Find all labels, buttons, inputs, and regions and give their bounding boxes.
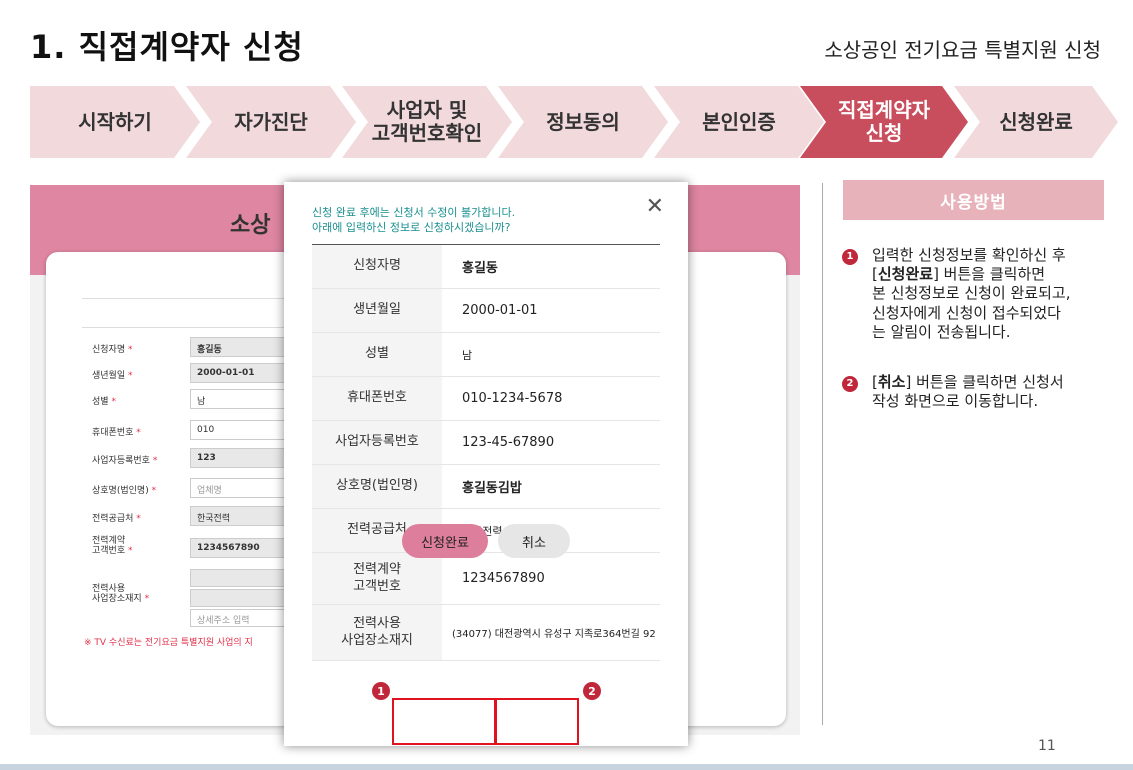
dialog-row-address: 전력사용 사업장소재지 (34077) 대전광역시 유성구 지족로364번길 9… — [312, 605, 660, 661]
confirm-dialog: 신청 완료 후에는 신청서 수정이 불가합니다. 아래에 입력하신 정보로 신청… — [284, 182, 688, 746]
highlight-box-cancel — [495, 698, 579, 745]
callout-marker-2: 2 — [583, 682, 601, 700]
form-row-name: 신청자명 * 홍길동 — [82, 334, 302, 360]
form-row-company: 상호명(법인명) * 업체명 — [82, 475, 302, 501]
instruction-number-1: 1 — [842, 249, 858, 265]
form-row-bizno: 사업자등록번호 * 123 — [82, 445, 302, 471]
instruction-1: 1 입력한 신청정보를 확인하신 후 [신청완료] 버튼을 클릭하면 본 신청정… — [842, 246, 1102, 342]
divider — [82, 298, 302, 299]
highlight-box-confirm — [392, 698, 496, 745]
dialog-row-name: 신청자명 홍길동 — [312, 245, 660, 289]
step-complete: 신청완료 — [954, 86, 1118, 158]
step-consent: 정보동의 — [498, 86, 668, 158]
close-icon[interactable]: ✕ — [646, 194, 664, 219]
dialog-message: 신청 완료 후에는 신청서 수정이 불가합니다. 아래에 입력하신 정보로 신청… — [312, 206, 516, 234]
step-identity: 본인인증 — [654, 86, 824, 158]
dialog-row-phone: 휴대폰번호 010-1234-5678 — [312, 377, 660, 421]
panel-divider — [822, 183, 823, 725]
dialog-row-bizno: 사업자등록번호 123-45-67890 — [312, 421, 660, 465]
page-subtitle: 소상공인 전기요금 특별지원 신청 — [824, 38, 1101, 62]
step-business-verify: 사업자 및 고객번호확인 — [342, 86, 512, 158]
divider — [82, 327, 302, 328]
dialog-row-company: 상호명(법인명) 홍길동김밥 — [312, 465, 660, 509]
form-title-partial: 소상 — [230, 213, 271, 238]
dialog-row-birth: 생년월일 2000-01-01 — [312, 289, 660, 333]
cancel-button[interactable]: 취소 — [498, 524, 570, 558]
step-self-diagnosis: 자가진단 — [186, 86, 356, 158]
slide: 1. 직접계약자 신청 소상공인 전기요금 특별지원 신청 시작하기 자가진단 … — [0, 0, 1133, 770]
callout-marker-1: 1 — [372, 682, 390, 700]
form-row-supplier: 전력공급처 * 한국전력 — [82, 503, 302, 529]
howto-header: 사용방법 — [843, 180, 1104, 220]
confirm-submit-button[interactable]: 신청완료 — [402, 524, 488, 558]
bottom-bar — [0, 764, 1133, 770]
form-row-gender: 성별 * 남 — [82, 386, 302, 412]
dialog-row-customer-no: 전력계약 고객번호 1234567890 — [312, 553, 660, 605]
form-row-address: 전력사용 사업장소재지 * 상세주소 입력 — [82, 569, 302, 631]
instruction-number-2: 2 — [842, 376, 858, 392]
form-row-customer-no: 전력계약 고객번호 * 1234567890 — [82, 535, 302, 561]
page-title: 1. 직접계약자 신청 — [30, 28, 304, 66]
dialog-row-gender: 성별 남 — [312, 333, 660, 377]
instruction-2: 2 [취소] 버튼을 클릭하면 신청서 작성 화면으로 이동합니다. — [842, 373, 1102, 411]
progress-steps: 시작하기 자가진단 사업자 및 고객번호확인 정보동의 본인인증 직접계약자 신… — [30, 86, 1118, 158]
step-direct-contract: 직접계약자 신청 — [800, 86, 968, 158]
form-row-phone: 휴대폰번호 * 010 — [82, 417, 302, 443]
form-row-birth: 생년월일 * 2000-01-01 — [82, 360, 302, 386]
step-start: 시작하기 — [30, 86, 200, 158]
page-number: 11 — [1038, 738, 1056, 754]
tv-fee-note: ※ TV 수신료는 전기요금 특별지원 사업의 지 — [84, 638, 253, 648]
